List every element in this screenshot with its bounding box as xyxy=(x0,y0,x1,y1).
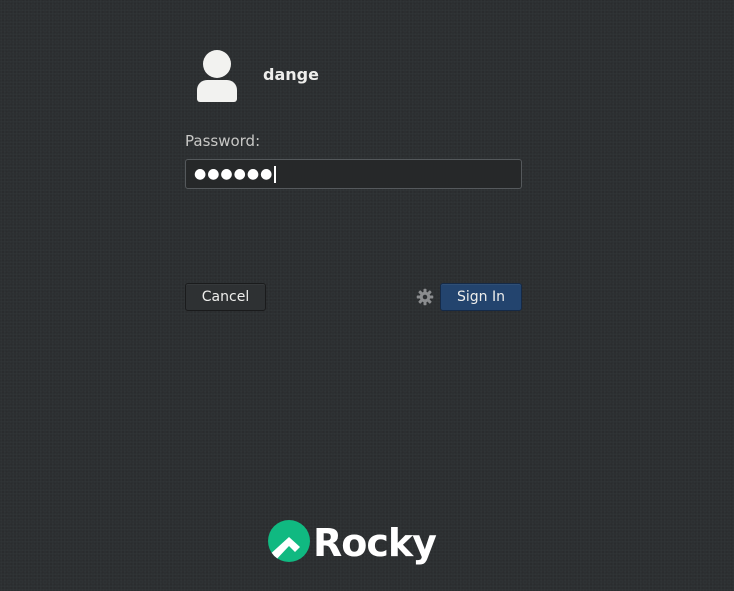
logo-text: Rocky xyxy=(313,521,437,565)
password-field[interactable]: ●●●●●● xyxy=(185,159,522,189)
rocky-logo-icon xyxy=(268,520,310,562)
user-avatar-icon xyxy=(195,46,239,104)
password-label: Password: xyxy=(185,132,261,150)
user-row: dange xyxy=(195,46,319,104)
rocky-logo: Rocky xyxy=(267,519,437,565)
gear-icon[interactable] xyxy=(416,288,434,306)
username-label: dange xyxy=(263,65,319,84)
sign-in-button[interactable]: Sign In xyxy=(440,283,522,311)
cancel-button[interactable]: Cancel xyxy=(185,283,266,311)
password-masked-value: ●●●●●● xyxy=(194,166,274,182)
text-caret xyxy=(274,165,277,183)
login-panel: dange Password: ●●●●●● Cancel Sign In xyxy=(185,46,522,316)
